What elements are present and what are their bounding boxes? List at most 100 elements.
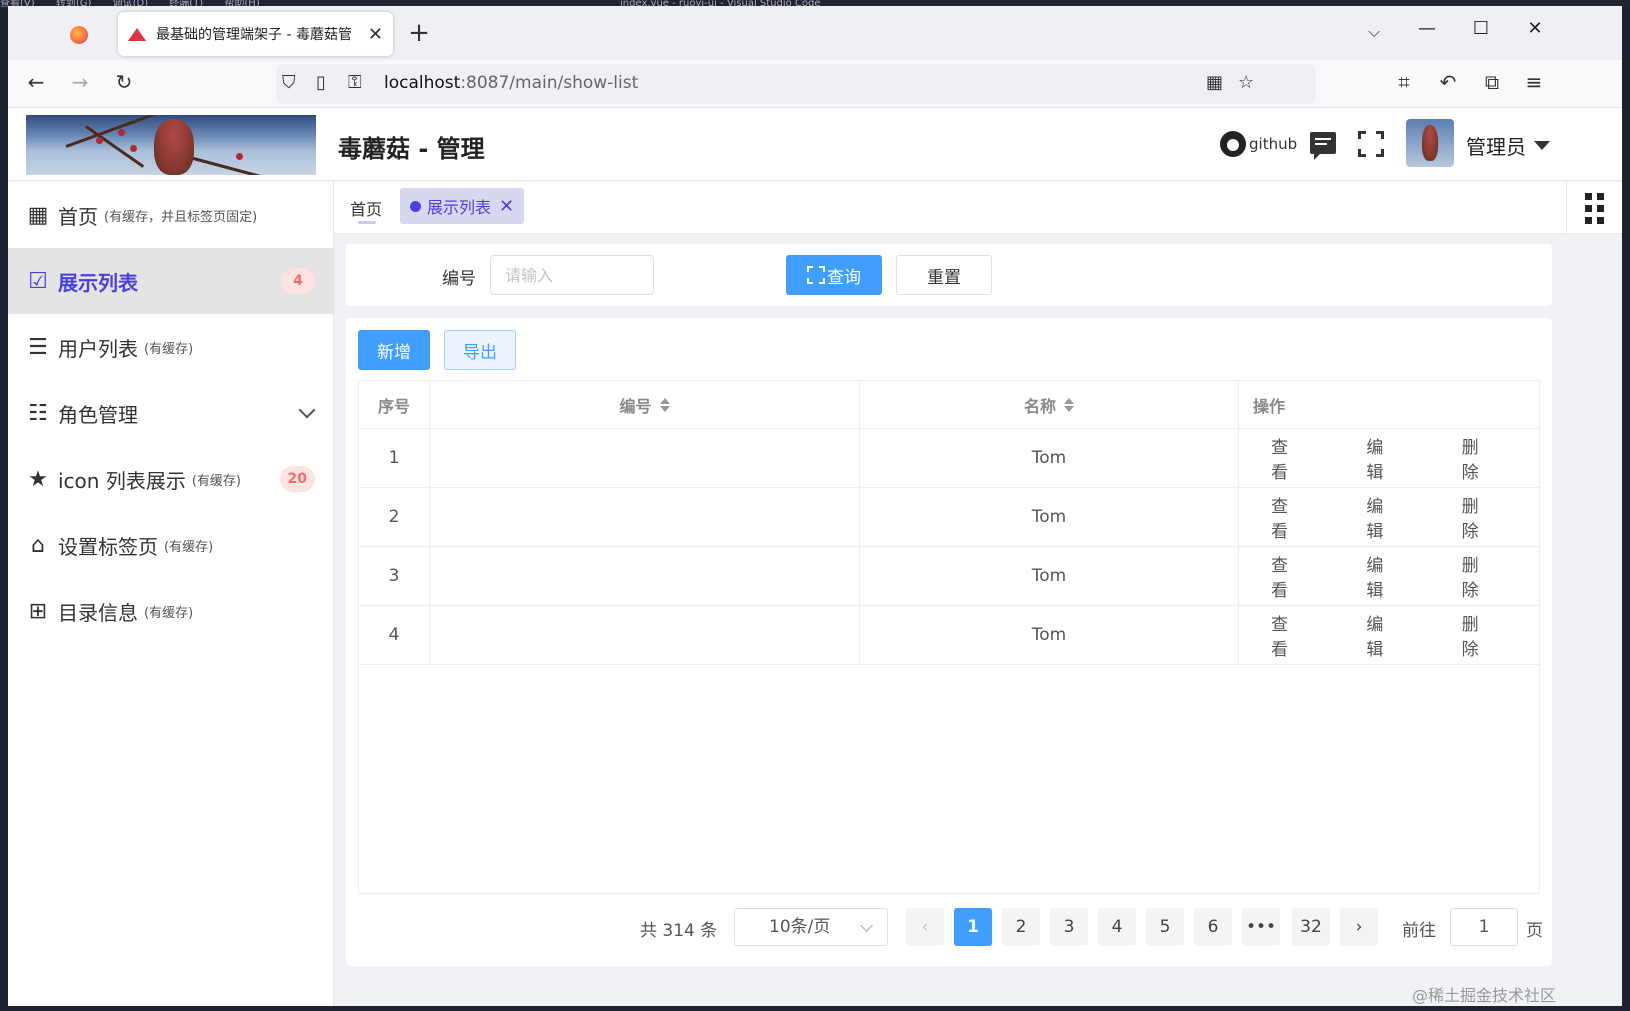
- github-link[interactable]: github: [1220, 131, 1297, 157]
- cell-actions: 查看 编辑 删除: [1239, 488, 1539, 546]
- prev-page-button[interactable]: ‹: [906, 908, 944, 946]
- crop-icon[interactable]: ⌗: [1390, 70, 1418, 94]
- edit-link[interactable]: 编辑: [1366, 610, 1395, 660]
- tags-menu-grid-icon[interactable]: [1566, 182, 1622, 234]
- undo-icon[interactable]: ↶: [1434, 70, 1462, 94]
- maximize-button[interactable]: ☐: [1466, 18, 1496, 39]
- caret-down-icon[interactable]: [1534, 141, 1550, 150]
- avatar[interactable]: [1406, 119, 1454, 167]
- edit-link[interactable]: 编辑: [1366, 551, 1395, 601]
- close-window-button[interactable]: ✕: [1520, 18, 1550, 39]
- sidebar-item-label: 设置标签页: [58, 534, 158, 559]
- qr-code-icon[interactable]: ▦: [1206, 72, 1223, 93]
- header-actions: 操作: [1239, 381, 1539, 428]
- hamburger-menu-icon[interactable]: ≡: [1520, 70, 1548, 94]
- sidebar-item-show-list[interactable]: ☑ 展示列表 4: [8, 248, 333, 314]
- sidebar-item-icon-list[interactable]: ★ icon 列表展示 (有缓存) 20: [8, 446, 333, 512]
- header-name[interactable]: 名称: [860, 381, 1239, 428]
- edit-link[interactable]: 编辑: [1366, 433, 1395, 483]
- tab-close-icon[interactable]: ✕: [368, 24, 383, 45]
- monitor-check-icon: ☑: [28, 268, 48, 294]
- page-button-2[interactable]: 2: [1002, 908, 1040, 946]
- sidebar-item-user-list[interactable]: ☰ 用户列表 (有缓存): [8, 314, 333, 380]
- view-link[interactable]: 查看: [1271, 433, 1300, 483]
- cell-index: 3: [359, 547, 430, 605]
- fullscreen-icon[interactable]: [1358, 131, 1384, 157]
- bird-image: [154, 119, 194, 175]
- delete-link[interactable]: 删除: [1462, 492, 1491, 542]
- user-name[interactable]: 管理员: [1466, 131, 1526, 160]
- tag-home-indicator: [358, 221, 376, 224]
- reload-icon[interactable]: ↻: [110, 70, 138, 94]
- next-page-button[interactable]: ›: [1340, 908, 1378, 946]
- header-index-label: 序号: [377, 396, 410, 416]
- page-button-32[interactable]: 32: [1292, 908, 1330, 946]
- page-button-1[interactable]: 1: [954, 908, 992, 946]
- chevron-down-icon[interactable]: [298, 401, 316, 419]
- berry: [130, 145, 137, 152]
- sort-icon[interactable]: [659, 397, 670, 412]
- query-button[interactable]: 查询: [786, 255, 882, 295]
- new-tab-button[interactable]: +: [404, 18, 434, 48]
- back-arrow-icon[interactable]: ←: [22, 70, 50, 94]
- sidebar-item-role-management[interactable]: ☷ 角色管理: [8, 380, 333, 446]
- pagination-total: 共 314 条: [640, 921, 718, 941]
- export-button[interactable]: 导出: [444, 330, 516, 370]
- page-button-5[interactable]: 5: [1146, 908, 1184, 946]
- view-link[interactable]: 查看: [1271, 492, 1300, 542]
- browser-tab-bar: 最基础的管理端架子 - 毒蘑菇管 ✕ + ⌵ — ☐ ✕: [8, 6, 1622, 60]
- edit-link[interactable]: 编辑: [1366, 492, 1395, 542]
- tag-home[interactable]: 首页: [350, 196, 382, 220]
- browser-window: 最基础的管理端架子 - 毒蘑菇管 ✕ + ⌵ — ☐ ✕ ← → ↻ ⛉ ▯ ⚿…: [8, 6, 1622, 1006]
- sidebar-item-directory[interactable]: ⊞ 目录信息 (有缓存): [8, 578, 333, 644]
- page-size-select[interactable]: 10条/页: [734, 908, 888, 946]
- cell-index: 1: [359, 429, 430, 487]
- sidebar-item-label: 用户列表: [58, 336, 138, 361]
- goto-page-input[interactable]: [1450, 908, 1518, 946]
- table-row: 1 Tom 查看 编辑 删除: [359, 429, 1539, 488]
- berry: [96, 137, 103, 144]
- sidebar-item-tag-settings[interactable]: ⌂ 设置标签页 (有缓存): [8, 512, 333, 578]
- view-link[interactable]: 查看: [1271, 551, 1300, 601]
- tree-icon: ⊞: [28, 598, 48, 624]
- cell-name: Tom: [860, 429, 1239, 487]
- app-root: 毒蘑菇 - 管理 github 管理员 ▦ 首页 (有缓存，并且标签页固定) ☑…: [8, 109, 1622, 1006]
- header-code[interactable]: 编号: [430, 381, 860, 428]
- page-button-6[interactable]: 6: [1194, 908, 1232, 946]
- add-button[interactable]: 新增: [358, 330, 430, 370]
- url-text[interactable]: localhost:8087/main/show-list: [384, 73, 638, 93]
- query-button-label: 查询: [827, 267, 861, 288]
- tab-list-chevron-icon[interactable]: ⌵: [1368, 22, 1380, 42]
- page-icon[interactable]: ▯: [316, 72, 326, 93]
- code-input[interactable]: [490, 255, 654, 295]
- firefox-view-button[interactable]: [64, 20, 94, 50]
- reset-button[interactable]: 重置: [896, 255, 992, 295]
- browser-tab-active[interactable]: 最基础的管理端架子 - 毒蘑菇管 ✕: [118, 12, 393, 56]
- delete-link[interactable]: 删除: [1462, 433, 1491, 483]
- shield-icon[interactable]: ⛉: [282, 72, 296, 93]
- page-button-3[interactable]: 3: [1050, 908, 1088, 946]
- page-button-4[interactable]: 4: [1098, 908, 1136, 946]
- delete-link[interactable]: 删除: [1462, 610, 1491, 660]
- count-badge: 4: [281, 268, 315, 294]
- more-pages-button[interactable]: •••: [1242, 908, 1280, 946]
- bookmark-star-icon[interactable]: ☆: [1238, 72, 1254, 93]
- tag-active[interactable]: 展示列表 ✕: [400, 188, 525, 224]
- sidebar-item-label: 首页: [58, 204, 98, 229]
- cell-name: Tom: [860, 606, 1239, 664]
- berry: [118, 129, 125, 136]
- key-icon[interactable]: ⚿: [348, 72, 362, 93]
- message-icon[interactable]: [1310, 132, 1336, 160]
- forward-arrow-icon[interactable]: →: [66, 70, 94, 94]
- delete-link[interactable]: 删除: [1462, 551, 1491, 601]
- tag-icon: ⌂: [31, 532, 45, 558]
- extension-icon[interactable]: ⧉: [1478, 70, 1506, 94]
- url-bar[interactable]: ⛉ ▯ ⚿ localhost:8087/main/show-list ▦ ☆: [276, 64, 1316, 104]
- tag-close-icon[interactable]: ✕: [499, 196, 514, 217]
- sort-icon[interactable]: [1064, 397, 1074, 412]
- cell-code: [430, 429, 860, 487]
- minimize-button[interactable]: —: [1412, 18, 1442, 39]
- sidebar-item-home[interactable]: ▦ 首页 (有缓存，并且标签页固定): [8, 182, 333, 248]
- sidebar-item-label: 角色管理: [58, 402, 138, 427]
- view-link[interactable]: 查看: [1271, 610, 1300, 660]
